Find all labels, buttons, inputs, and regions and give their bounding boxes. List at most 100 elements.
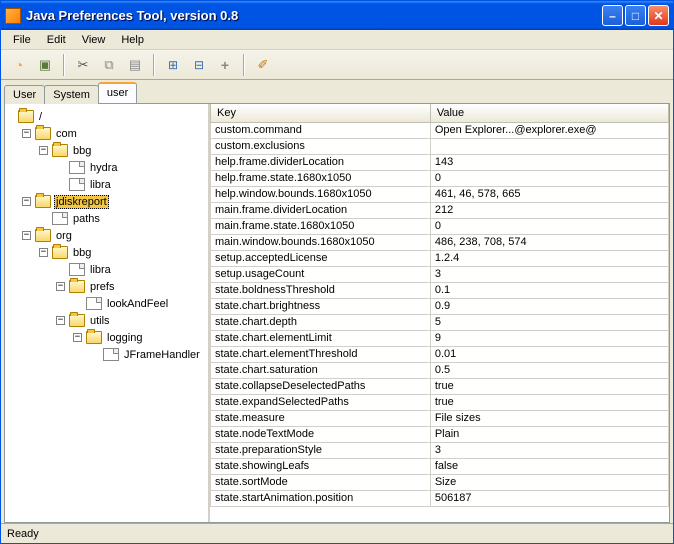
cut-button[interactable]: ✂: [71, 53, 95, 77]
tree-node-com-bbg[interactable]: −bbg: [39, 142, 208, 159]
collapse-toggle[interactable]: −: [56, 282, 65, 291]
cell-key[interactable]: help.window.bounds.1680x1050: [211, 186, 431, 202]
cell-key[interactable]: state.boldnessThreshold: [211, 282, 431, 298]
add-button[interactable]: +: [213, 53, 237, 77]
paste-button[interactable]: ▤: [123, 53, 147, 77]
table-row[interactable]: setup.acceptedLicense1.2.4: [211, 250, 669, 266]
cell-value[interactable]: 0: [430, 170, 668, 186]
cell-value[interactable]: 1.2.4: [430, 250, 668, 266]
tree-pane[interactable]: / −com −bbg hydra libra: [5, 104, 210, 522]
cell-value[interactable]: [430, 138, 668, 154]
tree-node-org-libra[interactable]: libra: [56, 261, 208, 278]
tree-node-jframehandler[interactable]: JFrameHandler: [90, 346, 208, 363]
tree-node-utils[interactable]: −utils: [56, 312, 208, 329]
table-row[interactable]: state.startAnimation.position506187: [211, 490, 669, 506]
cell-value[interactable]: 0.1: [430, 282, 668, 298]
table-row[interactable]: help.frame.state.1680x10500: [211, 170, 669, 186]
properties-pane[interactable]: Key Value custom.commandOpen Explorer...…: [210, 104, 669, 522]
cell-key[interactable]: main.frame.dividerLocation: [211, 202, 431, 218]
collapse-toggle[interactable]: −: [73, 333, 82, 342]
menu-help[interactable]: Help: [113, 32, 152, 48]
cell-value[interactable]: 3: [430, 266, 668, 282]
table-row[interactable]: state.chart.brightness0.9: [211, 298, 669, 314]
table-row[interactable]: state.chart.elementLimit9: [211, 330, 669, 346]
menu-view[interactable]: View: [74, 32, 114, 48]
tab-system[interactable]: System: [44, 85, 99, 104]
table-row[interactable]: state.preparationStyle3: [211, 442, 669, 458]
cell-key[interactable]: custom.command: [211, 122, 431, 138]
cell-key[interactable]: help.frame.dividerLocation: [211, 154, 431, 170]
cell-value[interactable]: 9: [430, 330, 668, 346]
tree-node-jdiskreport[interactable]: −jdiskreport: [22, 193, 208, 210]
cell-key[interactable]: state.preparationStyle: [211, 442, 431, 458]
col-header-key[interactable]: Key: [211, 104, 431, 122]
cell-value[interactable]: 0.01: [430, 346, 668, 362]
collapse-toggle[interactable]: −: [39, 146, 48, 155]
cell-key[interactable]: state.chart.brightness: [211, 298, 431, 314]
cell-key[interactable]: state.chart.depth: [211, 314, 431, 330]
new-button[interactable]: ◔: [7, 53, 31, 77]
wand-button[interactable]: ✐: [251, 53, 275, 77]
tree-node-logging[interactable]: −logging: [73, 329, 208, 346]
cell-value[interactable]: 0.9: [430, 298, 668, 314]
cell-key[interactable]: state.chart.saturation: [211, 362, 431, 378]
menu-edit[interactable]: Edit: [39, 32, 74, 48]
cell-value[interactable]: Plain: [430, 426, 668, 442]
table-row[interactable]: state.measureFile sizes: [211, 410, 669, 426]
tree-node-libra[interactable]: libra: [56, 176, 208, 193]
cell-value[interactable]: 461, 46, 578, 665: [430, 186, 668, 202]
table-row[interactable]: state.collapseDeselectedPathstrue: [211, 378, 669, 394]
cell-value[interactable]: 143: [430, 154, 668, 170]
cell-key[interactable]: help.frame.state.1680x1050: [211, 170, 431, 186]
table-row[interactable]: setup.usageCount3: [211, 266, 669, 282]
minimize-button[interactable]: –: [602, 5, 623, 26]
table-row[interactable]: help.window.bounds.1680x1050461, 46, 578…: [211, 186, 669, 202]
collapse-toggle[interactable]: −: [22, 231, 31, 240]
tree-node-prefs[interactable]: −prefs: [56, 278, 208, 295]
collapse-button[interactable]: ⊟: [187, 53, 211, 77]
table-row[interactable]: custom.commandOpen Explorer...@explorer.…: [211, 122, 669, 138]
cell-value[interactable]: true: [430, 378, 668, 394]
maximize-button[interactable]: □: [625, 5, 646, 26]
cell-key[interactable]: state.measure: [211, 410, 431, 426]
collapse-toggle[interactable]: −: [22, 197, 31, 206]
cell-value[interactable]: 212: [430, 202, 668, 218]
table-row[interactable]: state.nodeTextModePlain: [211, 426, 669, 442]
cell-key[interactable]: state.startAnimation.position: [211, 490, 431, 506]
tree-node-root[interactable]: /: [5, 108, 208, 125]
cell-value[interactable]: 486, 238, 708, 574: [430, 234, 668, 250]
cell-key[interactable]: state.expandSelectedPaths: [211, 394, 431, 410]
titlebar[interactable]: Java Preferences Tool, version 0.8 – □ ✕: [1, 1, 673, 30]
cell-value[interactable]: File sizes: [430, 410, 668, 426]
cell-value[interactable]: true: [430, 394, 668, 410]
cell-key[interactable]: state.sortMode: [211, 474, 431, 490]
tab-user-cap[interactable]: User: [4, 85, 45, 104]
table-row[interactable]: main.frame.state.1680x10500: [211, 218, 669, 234]
tree-node-org-bbg[interactable]: −bbg: [39, 244, 208, 261]
cell-key[interactable]: setup.usageCount: [211, 266, 431, 282]
collapse-toggle[interactable]: −: [22, 129, 31, 138]
cell-key[interactable]: state.showingLeafs: [211, 458, 431, 474]
cell-value[interactable]: 0: [430, 218, 668, 234]
cell-key[interactable]: custom.exclusions: [211, 138, 431, 154]
collapse-toggle[interactable]: −: [56, 316, 65, 325]
cell-key[interactable]: state.collapseDeselectedPaths: [211, 378, 431, 394]
table-row[interactable]: state.chart.elementThreshold0.01: [211, 346, 669, 362]
save-button[interactable]: ▣: [33, 53, 57, 77]
table-row[interactable]: state.chart.depth5: [211, 314, 669, 330]
tree-node-org[interactable]: −org: [22, 227, 208, 244]
cell-value[interactable]: 0.5: [430, 362, 668, 378]
cell-value[interactable]: Open Explorer...@explorer.exe@: [430, 122, 668, 138]
table-row[interactable]: main.frame.dividerLocation212: [211, 202, 669, 218]
cell-key[interactable]: setup.acceptedLicense: [211, 250, 431, 266]
cell-value[interactable]: 3: [430, 442, 668, 458]
close-button[interactable]: ✕: [648, 5, 669, 26]
cell-value[interactable]: Size: [430, 474, 668, 490]
table-row[interactable]: main.window.bounds.1680x1050486, 238, 70…: [211, 234, 669, 250]
cell-value[interactable]: 506187: [430, 490, 668, 506]
cell-key[interactable]: state.chart.elementThreshold: [211, 346, 431, 362]
tab-user-lower[interactable]: user: [98, 82, 137, 103]
table-row[interactable]: state.sortModeSize: [211, 474, 669, 490]
table-row[interactable]: state.chart.saturation0.5: [211, 362, 669, 378]
table-row[interactable]: state.expandSelectedPathstrue: [211, 394, 669, 410]
